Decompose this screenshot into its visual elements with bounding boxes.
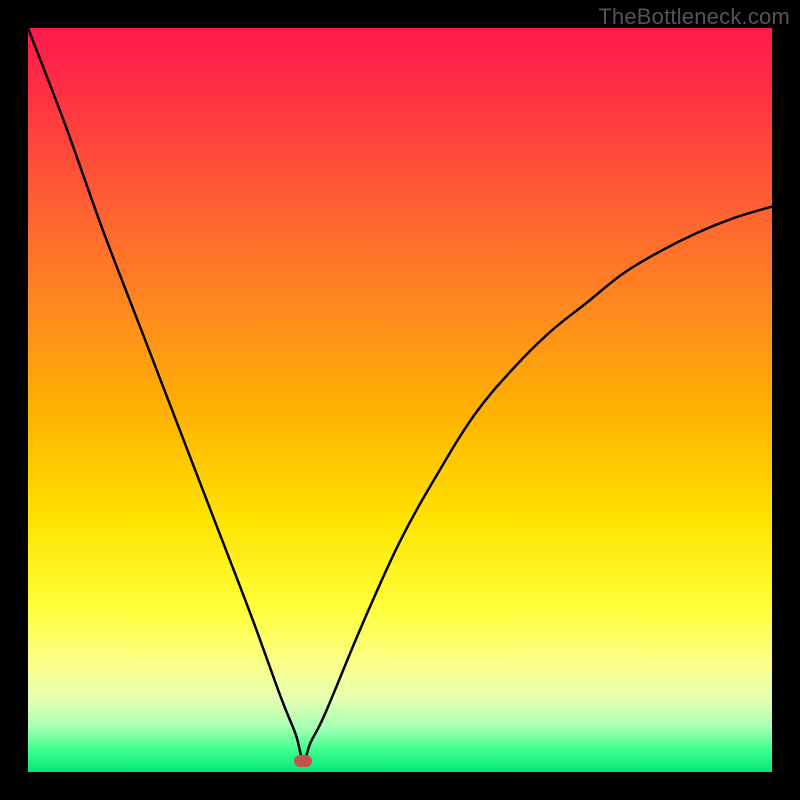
watermark-text: TheBottleneck.com bbox=[598, 4, 790, 30]
minimum-marker bbox=[294, 755, 312, 767]
curve-path bbox=[28, 28, 772, 761]
chart-frame bbox=[28, 28, 772, 772]
bottleneck-curve bbox=[28, 28, 772, 772]
